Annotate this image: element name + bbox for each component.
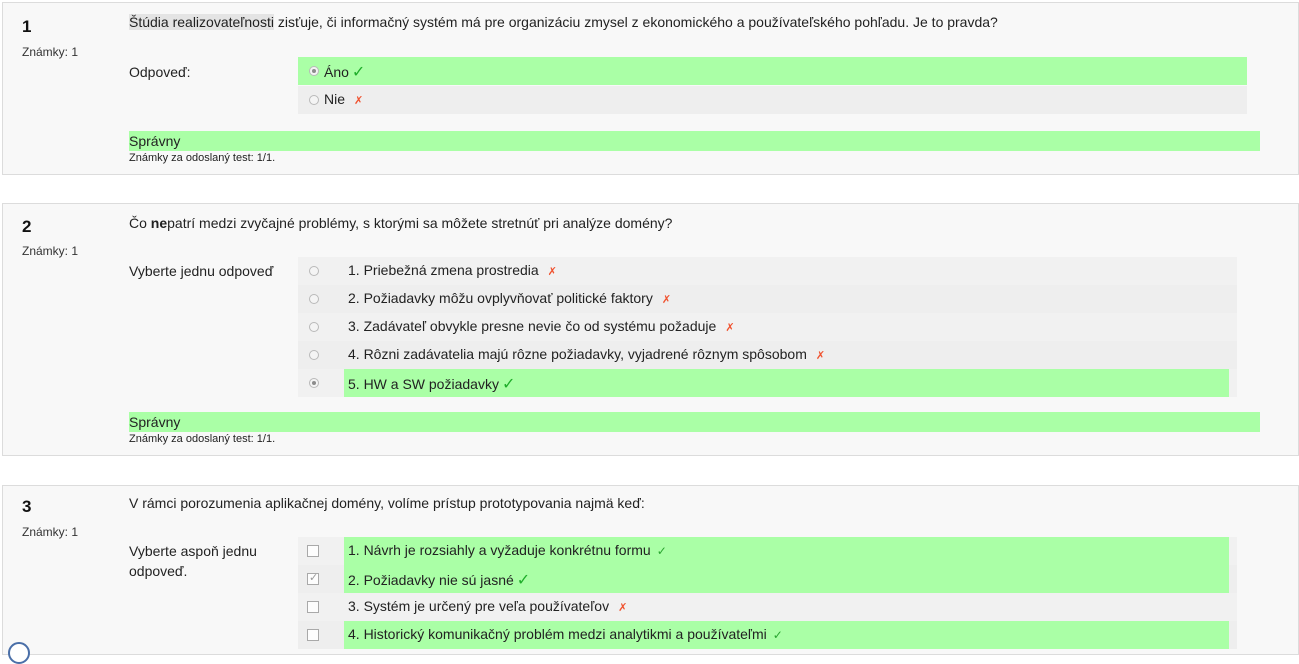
result-correct-banner: Správny bbox=[129, 412, 1260, 432]
correct-check-icon: ✓ bbox=[516, 570, 531, 589]
option-label: 1. Priebežná zmena prostredia bbox=[348, 262, 539, 278]
question-number: 1 bbox=[22, 17, 32, 36]
incorrect-cross-icon: ✗ bbox=[725, 321, 735, 334]
grade-text: Známky za odoslaný test: 1/1. bbox=[129, 433, 276, 445]
radio-button[interactable] bbox=[309, 266, 319, 276]
question-2: 2 Známky: 1 Čo nepatrí medzi zvyčajné pr… bbox=[2, 203, 1299, 456]
incorrect-cross-icon: ✗ bbox=[547, 265, 557, 278]
correct-check-icon: ✓ bbox=[772, 628, 783, 642]
answer-option-true[interactable]: Áno ✓ bbox=[298, 57, 1247, 85]
answer-prompt: Vyberte jednu odpoveď bbox=[129, 263, 274, 279]
radio-button-selected[interactable] bbox=[309, 66, 319, 76]
answer-option-5[interactable]: 5. HW a SW požiadavky ✓ bbox=[298, 369, 1237, 397]
answer-prompt-line2: odpoveď. bbox=[129, 563, 188, 579]
question-1: 1 Známky: 1 Štúdia realizovateľnosti zis… bbox=[2, 2, 1299, 175]
option-label: 3. Zadávateľ obvykle presne nevie čo od … bbox=[348, 318, 717, 334]
option-label: 4. Historický komunikačný problém medzi … bbox=[348, 626, 767, 642]
option-label: 4. Rôzni zadávatelia majú rôzne požiadav… bbox=[348, 346, 807, 362]
radio-button[interactable] bbox=[309, 350, 319, 360]
answer-option-false[interactable]: Nie ✗ bbox=[298, 86, 1247, 114]
checkbox-checked[interactable] bbox=[307, 571, 319, 585]
question-marks: Známky: 1 bbox=[22, 525, 79, 539]
help-circle-icon[interactable] bbox=[8, 642, 30, 664]
answer-option-3[interactable]: 3. Zadávateľ obvykle presne nevie čo od … bbox=[298, 313, 1237, 341]
answer-option-4[interactable]: 4. Historický komunikačný problém medzi … bbox=[298, 621, 1237, 649]
correct-check-icon: ✓ bbox=[351, 62, 366, 81]
correct-check-icon: ✓ bbox=[501, 374, 516, 393]
incorrect-cross-icon: ✗ bbox=[618, 601, 628, 614]
question-text: Čo nepatrí medzi zvyčajné problémy, s kt… bbox=[129, 215, 672, 231]
option-label: 2. Požiadavky nie sú jasné bbox=[348, 572, 514, 588]
answer-option-1[interactable]: 1. Priebežná zmena prostredia ✗ bbox=[298, 257, 1237, 285]
question-text-pre: Čo bbox=[129, 215, 151, 231]
answer-option-4[interactable]: 4. Rôzni zadávatelia majú rôzne požiadav… bbox=[298, 341, 1237, 369]
checkbox[interactable] bbox=[307, 545, 319, 557]
question-3: 3 Známky: 1 V rámci porozumenia aplikačn… bbox=[2, 485, 1299, 655]
correct-check-icon: ✓ bbox=[656, 544, 667, 558]
incorrect-cross-icon: ✗ bbox=[661, 293, 672, 306]
option-label: Nie bbox=[324, 91, 346, 107]
question-text: V rámci porozumenia aplikačnej domény, v… bbox=[129, 495, 645, 511]
answer-prompt: Vyberte aspoň jednu odpoveď. bbox=[129, 541, 257, 581]
answer-option-2[interactable]: 2. Požiadavky môžu ovplyvňovať politické… bbox=[298, 285, 1237, 313]
radio-button[interactable] bbox=[309, 294, 319, 304]
result-correct-banner: Správny bbox=[129, 131, 1260, 151]
grade-text: Známky za odoslaný test: 1/1. bbox=[129, 152, 276, 164]
question-text-rest: patrí medzi zvyčajné problémy, s ktorými… bbox=[167, 215, 673, 231]
option-label: 5. HW a SW požiadavky bbox=[348, 376, 499, 392]
question-text-rest: zisťuje, či informačný systém má pre org… bbox=[273, 14, 998, 30]
question-text-highlight: Štúdia realizovateľnosti bbox=[129, 14, 274, 30]
incorrect-cross-icon: ✗ bbox=[815, 349, 826, 362]
answer-prompt: Odpoveď: bbox=[129, 64, 191, 80]
question-number: 2 bbox=[22, 217, 32, 236]
checkbox[interactable] bbox=[307, 629, 319, 641]
answer-option-1[interactable]: 1. Návrh je rozsiahly a vyžaduje konkrét… bbox=[298, 537, 1237, 565]
question-marks: Známky: 1 bbox=[22, 45, 79, 59]
incorrect-cross-icon: ✗ bbox=[354, 94, 364, 107]
option-label: 2. Požiadavky môžu ovplyvňovať politické… bbox=[348, 290, 653, 306]
answer-option-3[interactable]: 3. Systém je určený pre veľa používateľo… bbox=[298, 593, 1237, 621]
question-text-bold: ne bbox=[150, 215, 168, 231]
answer-prompt-line1: Vyberte aspoň jednu bbox=[129, 543, 257, 559]
question-number: 3 bbox=[22, 497, 32, 516]
option-label: 1. Návrh je rozsiahly a vyžaduje konkrét… bbox=[348, 542, 651, 558]
radio-button[interactable] bbox=[309, 322, 319, 332]
option-label: 3. Systém je určený pre veľa používateľo… bbox=[348, 598, 610, 614]
radio-button[interactable] bbox=[309, 95, 319, 105]
radio-button-selected[interactable] bbox=[309, 378, 319, 388]
question-text: Štúdia realizovateľnosti zisťuje, či inf… bbox=[129, 14, 998, 30]
question-marks: Známky: 1 bbox=[22, 244, 79, 258]
option-label: Áno bbox=[324, 64, 349, 80]
checkbox[interactable] bbox=[307, 601, 319, 613]
answer-option-2[interactable]: 2. Požiadavky nie sú jasné✓ bbox=[298, 565, 1237, 593]
